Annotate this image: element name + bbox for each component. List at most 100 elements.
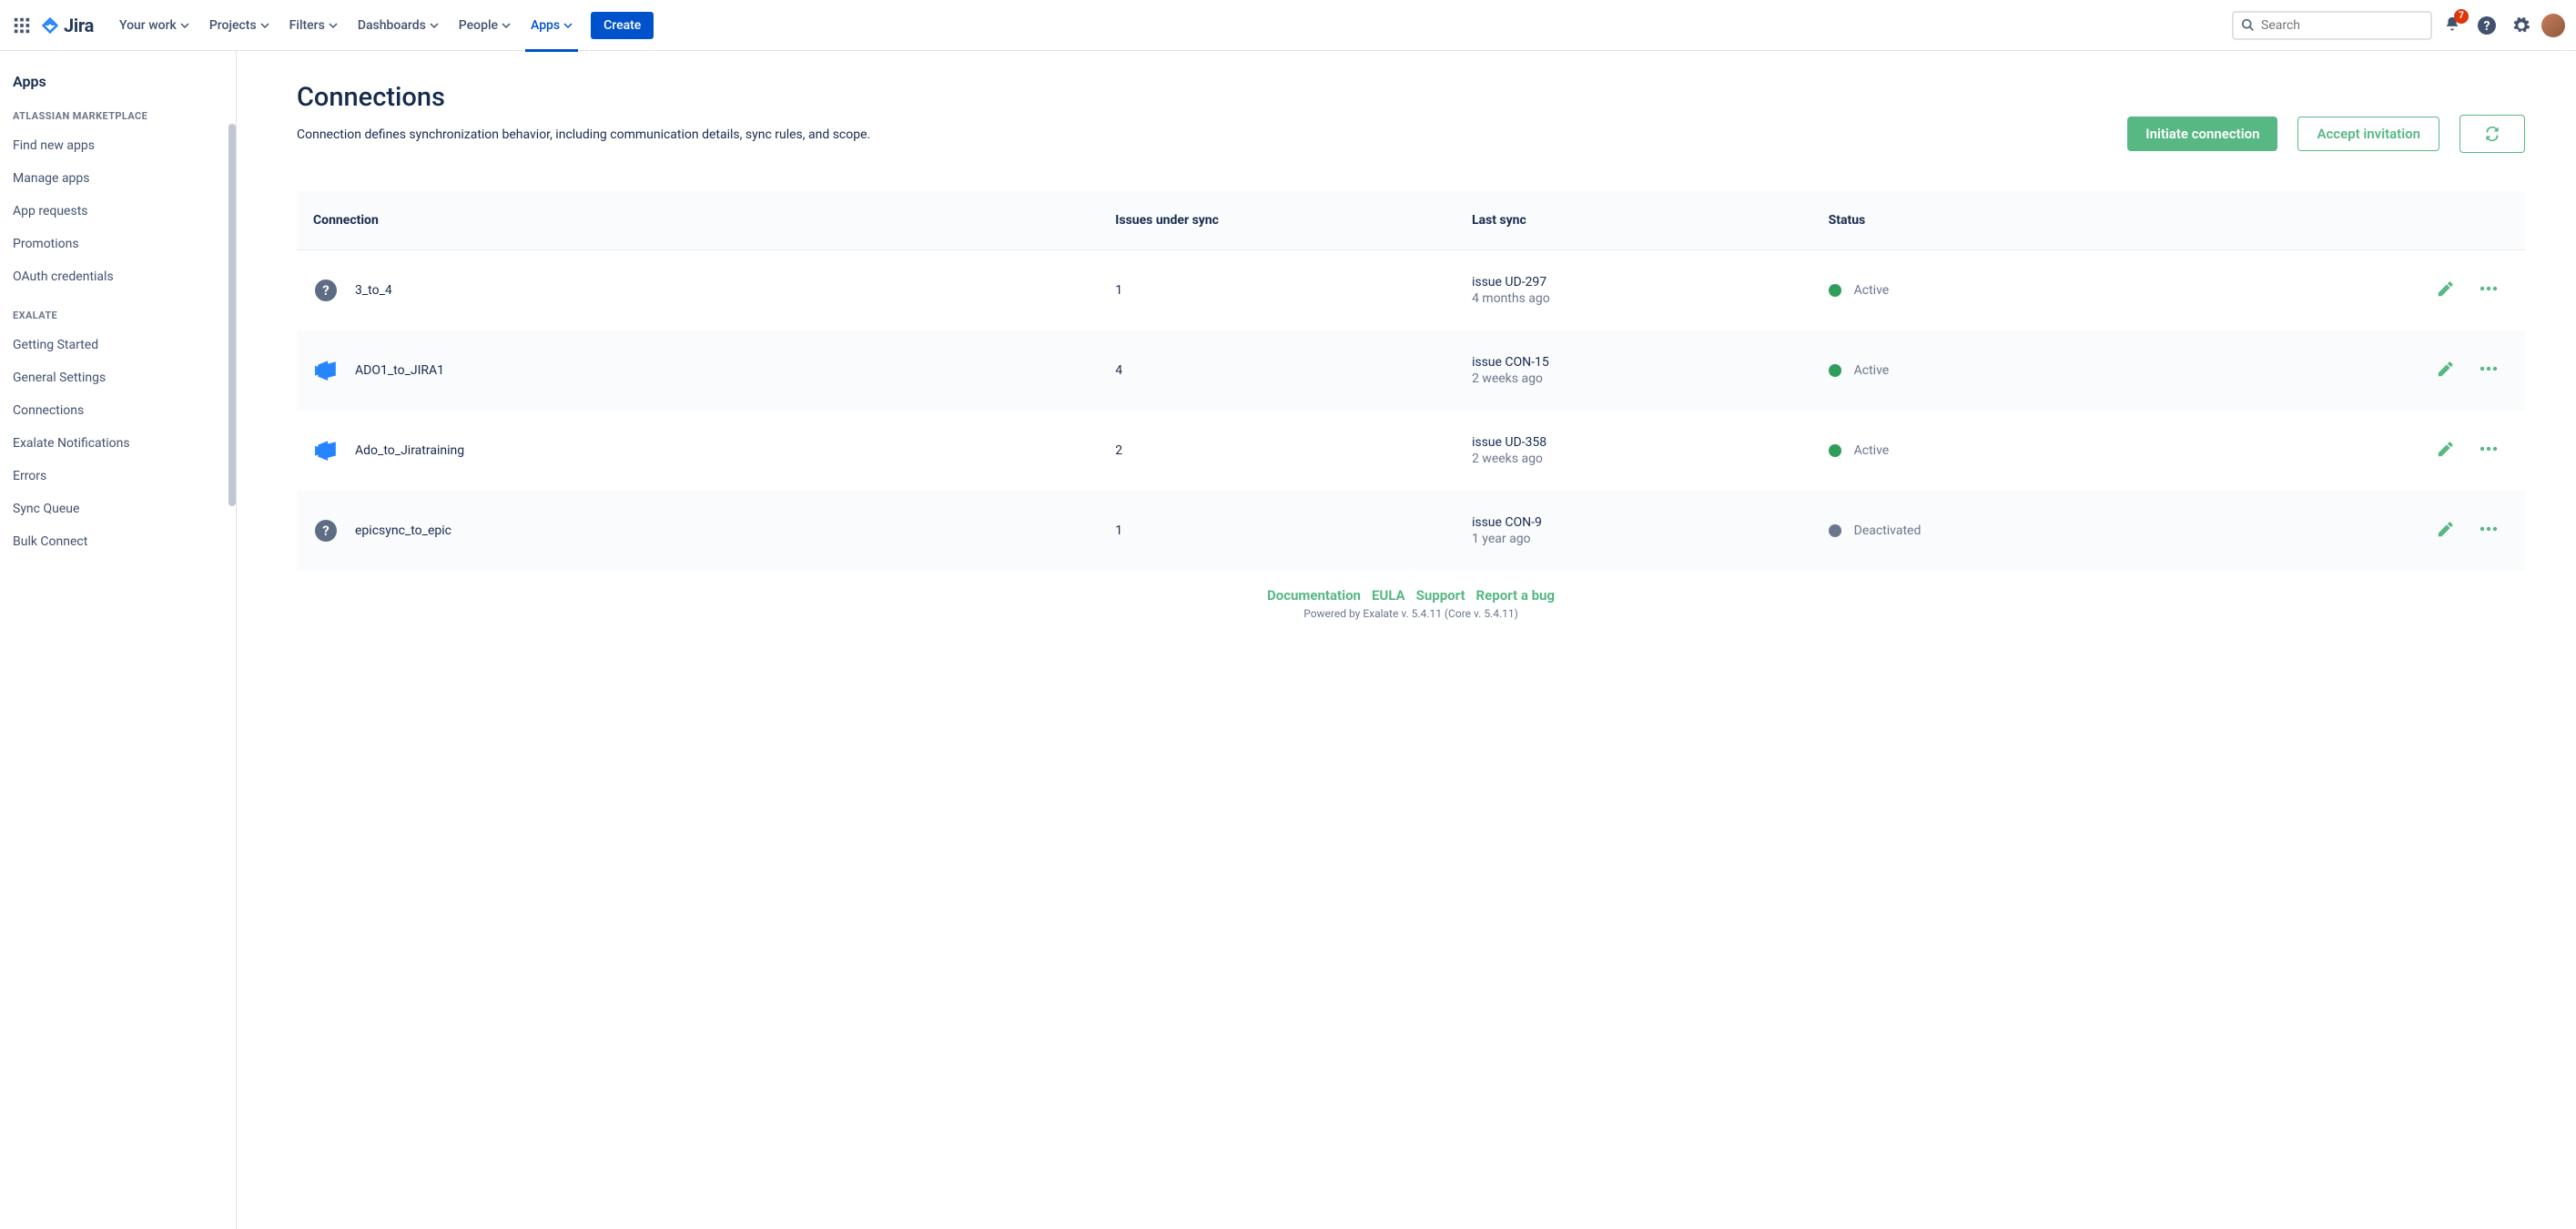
initiate-connection-button[interactable]: Initiate connection bbox=[2127, 117, 2277, 151]
edit-button[interactable] bbox=[2436, 439, 2456, 462]
footer-links: Documentation EULA Support Report a bug bbox=[297, 587, 2525, 604]
edit-button[interactable] bbox=[2436, 279, 2456, 302]
top-nav: Jira Your work Projects FiltersDashboardsP… bbox=[0, 0, 2576, 51]
header-actions: Initiate connection Accept invitation bbox=[2127, 82, 2525, 153]
issues-count: 1 bbox=[1115, 283, 1122, 298]
nav-item-label: Projects bbox=[209, 18, 257, 33]
sidebar-item-sync-queue[interactable]: Sync Queue bbox=[13, 493, 236, 525]
connection-name: Ado_to_Jiratraining bbox=[355, 443, 464, 458]
column-header: Last sync bbox=[1455, 191, 1812, 250]
gear-icon bbox=[2511, 15, 2531, 36]
status-label: Active bbox=[1854, 363, 1890, 378]
footer-sub: Powered by Exalate v. 5.4.11 (Core v. 5.… bbox=[297, 607, 2525, 620]
footer: Documentation EULA Support Report a bug Pow… bbox=[297, 587, 2525, 629]
connection-name: epicsync_to_epic bbox=[355, 523, 451, 538]
status-dot bbox=[1829, 284, 1841, 297]
notifications-button[interactable]: 7 bbox=[2438, 11, 2467, 40]
sidebar-item-errors[interactable]: Errors bbox=[13, 460, 236, 493]
settings-button[interactable] bbox=[2507, 11, 2536, 40]
connection-name: 3_to_4 bbox=[355, 283, 392, 298]
issues-count: 1 bbox=[1115, 523, 1122, 538]
question-icon: ? bbox=[315, 279, 337, 301]
ado-icon bbox=[314, 437, 338, 464]
more-button[interactable] bbox=[2478, 518, 2500, 543]
more-button[interactable] bbox=[2478, 438, 2500, 463]
jira-logo[interactable]: Jira bbox=[40, 15, 94, 36]
sidebar-item-find-new-apps[interactable]: Find new apps bbox=[13, 129, 236, 162]
footer-link[interactable]: Documentation bbox=[1267, 587, 1361, 604]
chevron-down-icon bbox=[502, 21, 511, 30]
last-sync-issue: issue UD-358 bbox=[1472, 435, 1796, 450]
last-sync-time: 1 year ago bbox=[1472, 532, 1796, 546]
sidebar-section-label: ATLASSIAN MARKETPLACE bbox=[13, 110, 236, 122]
nav-item-people[interactable]: People bbox=[450, 13, 520, 38]
sidebar-item-app-requests[interactable]: App requests bbox=[13, 195, 236, 228]
last-sync-issue: issue CON-15 bbox=[1472, 355, 1796, 370]
column-header: Status bbox=[1812, 191, 2169, 250]
sidebar-scrollbar[interactable] bbox=[228, 124, 236, 506]
edit-icon bbox=[2436, 279, 2456, 299]
last-sync-time: 2 weeks ago bbox=[1472, 371, 1796, 386]
sidebar-item-exalate-notifications[interactable]: Exalate Notifications bbox=[13, 427, 236, 460]
notification-badge: 7 bbox=[2454, 9, 2469, 24]
last-sync-issue: issue UD-297 bbox=[1472, 275, 1796, 289]
edit-icon bbox=[2436, 439, 2456, 459]
sidebar-item-bulk-connect[interactable]: Bulk Connect bbox=[13, 525, 236, 558]
nav-item-your-work[interactable]: Your work bbox=[110, 13, 198, 38]
footer-link[interactable]: Report a bug bbox=[1476, 587, 1555, 604]
refresh-button[interactable] bbox=[2459, 115, 2525, 153]
table-row: ?epicsync_to_epic1issue CON-91 year agoD… bbox=[297, 491, 2525, 571]
product-name: Jira bbox=[64, 15, 94, 36]
sidebar-item-getting-started[interactable]: Getting Started bbox=[13, 329, 236, 361]
page-description: Connection defines synchronization behav… bbox=[297, 126, 870, 144]
status-label: Active bbox=[1854, 283, 1890, 298]
status-label: Active bbox=[1854, 443, 1890, 458]
more-icon bbox=[2478, 438, 2500, 460]
connections-table: ConnectionIssues under syncLast syncStat… bbox=[297, 191, 2525, 571]
edit-icon bbox=[2436, 519, 2456, 539]
edit-button[interactable] bbox=[2436, 359, 2456, 382]
nav-item-label: Apps bbox=[531, 18, 560, 33]
question-icon: ? bbox=[315, 520, 337, 542]
status-label: Deactivated bbox=[1854, 523, 1922, 538]
sidebar-item-promotions[interactable]: Promotions bbox=[13, 228, 236, 260]
search-box[interactable] bbox=[2232, 11, 2432, 40]
more-icon bbox=[2478, 358, 2500, 380]
sidebar-item-connections[interactable]: Connections bbox=[13, 394, 236, 427]
sidebar-item-general-settings[interactable]: General Settings bbox=[13, 361, 236, 394]
page-title: Connections bbox=[297, 82, 870, 113]
app-switcher-icon[interactable] bbox=[11, 15, 33, 36]
main-content: Connections Connection defines synchroni… bbox=[237, 51, 2576, 1229]
avatar[interactable] bbox=[2541, 14, 2565, 37]
sidebar-item-manage-apps[interactable]: Manage apps bbox=[13, 162, 236, 195]
more-button[interactable] bbox=[2478, 358, 2500, 383]
nav-item-projects[interactable]: Projects bbox=[200, 13, 279, 38]
sidebar: Apps ATLASSIAN MARKETPLACEFind new appsM… bbox=[0, 51, 237, 1229]
ado-icon bbox=[314, 357, 338, 384]
help-icon bbox=[2476, 15, 2498, 36]
accept-invitation-button[interactable]: Accept invitation bbox=[2297, 117, 2439, 151]
create-button[interactable]: Create bbox=[591, 12, 654, 39]
column-header bbox=[2168, 191, 2525, 250]
footer-link[interactable]: Support bbox=[1416, 587, 1465, 604]
search-icon bbox=[2241, 18, 2256, 33]
table-row: Ado_to_Jiratraining2issue UD-3582 weeks … bbox=[297, 411, 2525, 491]
nav-item-dashboards[interactable]: Dashboards bbox=[349, 13, 448, 38]
more-icon bbox=[2478, 278, 2500, 300]
help-button[interactable] bbox=[2472, 11, 2501, 40]
search-input[interactable] bbox=[2261, 18, 2423, 33]
edit-button[interactable] bbox=[2436, 519, 2456, 543]
chevron-down-icon bbox=[563, 21, 573, 30]
nav-item-filters[interactable]: Filters bbox=[280, 13, 347, 38]
refresh-icon bbox=[2483, 125, 2501, 143]
chevron-down-icon bbox=[329, 21, 338, 30]
status-dot bbox=[1829, 444, 1841, 457]
chevron-down-icon bbox=[430, 21, 439, 30]
more-button[interactable] bbox=[2478, 278, 2500, 303]
footer-link[interactable]: EULA bbox=[1372, 587, 1405, 604]
nav-item-apps[interactable]: Apps bbox=[522, 13, 582, 38]
sidebar-item-oauth-credentials[interactable]: OAuth credentials bbox=[13, 260, 236, 293]
status-dot bbox=[1829, 364, 1841, 377]
table-row: ADO1_to_JIRA14issue CON-152 weeks agoAct… bbox=[297, 330, 2525, 411]
nav-items: Your work Projects FiltersDashboardsPeople… bbox=[110, 13, 582, 38]
